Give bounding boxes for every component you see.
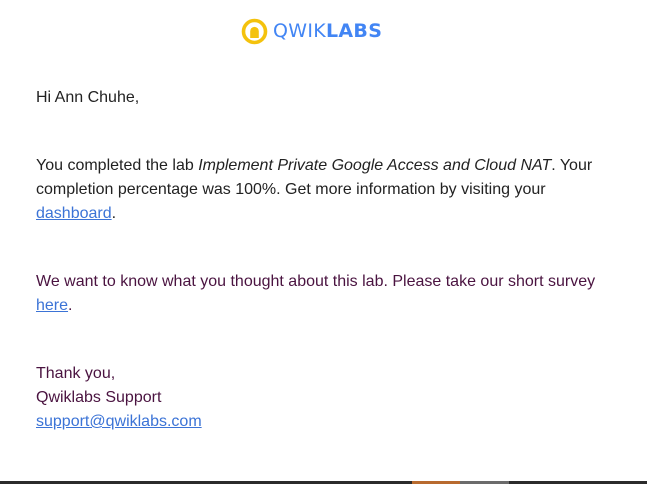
completion-suffix: . [111, 205, 117, 222]
qwiklabs-logo-icon [241, 18, 268, 44]
email-signoff: Thank you, Qwiklabs Support support@qwikla… [36, 362, 596, 434]
survey-paragraph: We want to know what you thought about t… [36, 270, 596, 318]
dashboard-link[interactable]: dashboard [36, 205, 112, 222]
completion-paragraph: You completed the lab Implement Private … [36, 154, 596, 226]
support-email-link[interactable]: support@qwiklabs.com [36, 413, 202, 430]
signature-text: Qwiklabs Support [36, 389, 162, 406]
thanks-text: Thank you, [36, 365, 116, 382]
survey-link[interactable]: here [36, 297, 68, 314]
logo-text-bold: LABS [326, 20, 383, 42]
logo-text-light: QWIK [273, 20, 327, 42]
email-greeting: Hi Ann Chuhe, [36, 89, 140, 106]
lab-name: Implement Private Google Access and Clou… [198, 157, 552, 174]
qwiklabs-logo-text: QWIKLABS [273, 17, 382, 45]
survey-suffix: . [68, 297, 73, 314]
completion-prefix: You completed the lab [36, 157, 199, 174]
qwiklabs-logo: QWIKLABS [241, 17, 382, 45]
survey-prefix: We want to know what you thought about t… [36, 273, 596, 290]
